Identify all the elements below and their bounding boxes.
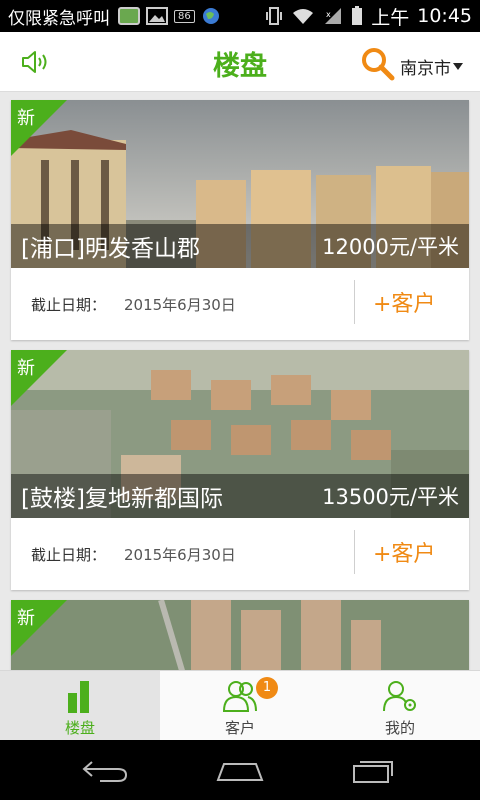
listing-card[interactable]: 新 (11, 600, 469, 670)
listing-name: [鼓楼]复地新都国际 (21, 486, 223, 512)
tab-mine-label: 我的 (384, 719, 415, 737)
listing-caption: [鼓楼]复地新都国际 13500元/平米 (11, 474, 469, 518)
app-header: 楼盘 南京市 (0, 32, 480, 92)
vibrate-icon (266, 7, 283, 25)
bottom-tab-bar: 楼盘 1 客户 我的 (0, 670, 480, 741)
listing-footer: 截止日期： 2015年6月30日 +客户 (11, 268, 469, 340)
add-client-button[interactable]: +客户 (373, 536, 435, 568)
add-client-button[interactable]: +客户 (373, 286, 435, 318)
listing-photo[interactable]: 新 (11, 600, 469, 670)
listing-footer: 截止日期： 2015年6月30日 +客户 (11, 518, 469, 590)
tab-properties-label: 楼盘 (64, 719, 95, 737)
listing-name: [浦口]明发香山郡 (21, 236, 200, 262)
deadline-label: 截止日期： (31, 546, 107, 564)
new-ribbon-label: 新 (17, 608, 35, 629)
listing-price: 13500元/平米 (322, 485, 459, 509)
globe-icon (202, 8, 219, 24)
listing-card[interactable]: 新 [浦口]明发香山郡 12000元/平米 截止日期： 2015年6月30日 +… (11, 100, 469, 340)
building-photo (11, 600, 469, 670)
users-icon (222, 681, 257, 712)
chevron-down-icon (453, 63, 463, 70)
user-gear-icon (383, 681, 416, 712)
deadline-value: 2015年6月30日 (124, 296, 236, 314)
image-icon (146, 7, 168, 25)
divider (354, 530, 355, 574)
tab-properties[interactable]: 楼盘 (0, 671, 160, 741)
count-badge: 86 (174, 9, 195, 23)
clients-badge: 1 (256, 677, 278, 699)
new-ribbon-label: 新 (17, 108, 35, 129)
system-nav-bar (0, 740, 480, 800)
tab-mine[interactable]: 我的 (320, 671, 480, 741)
listing-price: 12000元/平米 (322, 235, 459, 259)
svg-text:x: x (326, 10, 331, 19)
carrier-text: 仅限紧急呼叫 (8, 8, 110, 29)
recent-apps-icon[interactable] (348, 756, 400, 784)
listing-caption: [浦口]明发香山郡 12000元/平米 (11, 224, 469, 268)
bar-chart-icon (68, 681, 89, 713)
tab-clients[interactable]: 1 客户 (160, 671, 320, 741)
tab-clients-label: 客户 (224, 719, 255, 737)
ampm-label: 上午 (371, 6, 410, 29)
listing-photo[interactable]: 新 [鼓楼]复地新都国际 13500元/平米 (11, 350, 469, 518)
back-icon[interactable] (80, 756, 132, 784)
new-ribbon-label: 新 (17, 358, 35, 379)
status-bar: 仅限紧急呼叫 86 x 上午 10:45 (0, 0, 480, 32)
listing-card[interactable]: 新 [鼓楼]复地新都国际 13500元/平米 截止日期： 2015年6月30日 … (11, 350, 469, 590)
notification-icons: 86 (118, 6, 221, 26)
divider (354, 280, 355, 324)
deadline-value: 2015年6月30日 (124, 546, 236, 564)
city-selector[interactable]: 南京市 (400, 54, 463, 79)
clock: 10:45 (417, 5, 472, 27)
listing-photo[interactable]: 新 [浦口]明发香山郡 12000元/平米 (11, 100, 469, 268)
listing-list[interactable]: 新 [浦口]明发香山郡 12000元/平米 截止日期： 2015年6月30日 +… (0, 92, 480, 670)
app-notification-icon (118, 7, 140, 25)
deadline-label: 截止日期： (31, 296, 107, 314)
search-icon[interactable] (360, 46, 396, 82)
home-icon[interactable] (214, 756, 266, 784)
battery-icon (352, 6, 363, 25)
signal-icon: x (325, 8, 342, 24)
city-label: 南京市 (400, 59, 451, 79)
wifi-icon (293, 9, 314, 24)
